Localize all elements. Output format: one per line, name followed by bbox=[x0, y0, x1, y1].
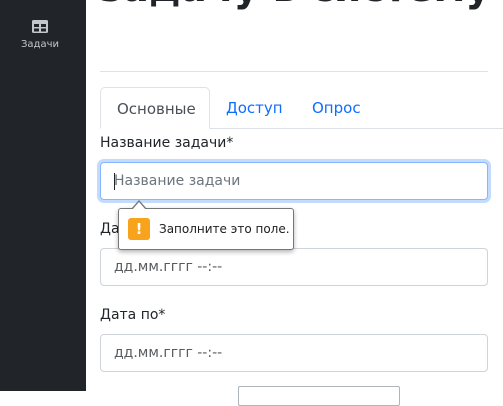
tooltip-arrow bbox=[132, 202, 146, 210]
date-from-value: дд.мм.гггг --:-- bbox=[114, 259, 223, 275]
validation-message: Заполните это поле. bbox=[159, 222, 290, 236]
table-icon bbox=[32, 20, 48, 33]
task-name-label: Название задачи* bbox=[100, 135, 234, 151]
sidebar-item-label: Задачи bbox=[21, 39, 59, 50]
sidebar: Задачи bbox=[0, 0, 86, 391]
text-caret bbox=[114, 173, 115, 190]
warning-icon: ! bbox=[128, 218, 150, 240]
page-title: задачу в систему bbox=[100, 0, 502, 16]
tab-bar: Основные Доступ Опрос bbox=[100, 87, 503, 129]
title-divider bbox=[100, 71, 488, 72]
tab-access[interactable]: Доступ bbox=[210, 87, 299, 129]
date-to-label: Дата по* bbox=[100, 307, 166, 323]
tab-survey[interactable]: Опрос bbox=[296, 87, 377, 129]
date-to-value: дд.мм.гггг --:-- bbox=[114, 345, 223, 361]
validation-tooltip: ! Заполните это поле. bbox=[118, 200, 294, 250]
sidebar-item-tasks[interactable]: Задачи bbox=[0, 14, 80, 51]
task-name-placeholder: Название задачи bbox=[114, 173, 241, 189]
date-from-input[interactable]: дд.мм.гггг --:-- bbox=[100, 248, 488, 286]
tab-main[interactable]: Основные bbox=[100, 87, 210, 129]
partial-control[interactable] bbox=[238, 386, 400, 406]
main-content: задачу в систему Основные Доступ Опрос Н… bbox=[86, 0, 503, 406]
date-to-input[interactable]: дд.мм.гггг --:-- bbox=[100, 334, 488, 372]
task-name-input[interactable]: Название задачи bbox=[100, 162, 488, 200]
